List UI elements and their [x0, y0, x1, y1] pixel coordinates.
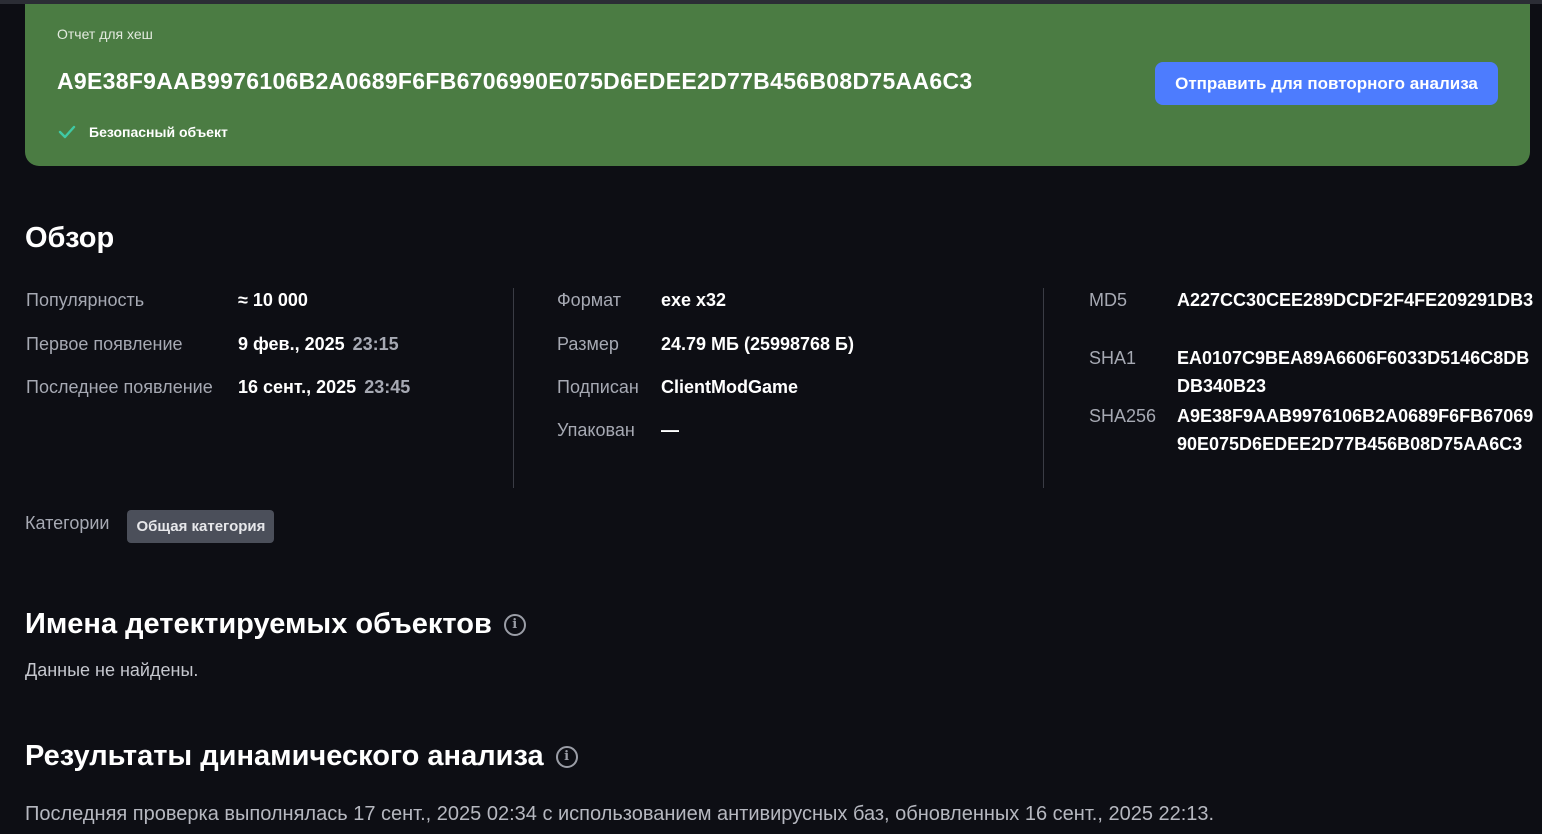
first-seen-time: 23:15	[352, 334, 399, 354]
banner-label: Отчет для хеш	[57, 26, 153, 42]
sha1-label: SHA1	[1089, 348, 1137, 368]
format-label: Формат	[557, 290, 621, 310]
safe-object-status: Безопасный объект	[57, 122, 228, 142]
size-label: Размер	[557, 334, 619, 354]
sha1-value[interactable]: EA0107C9BEA89A6606F6033D5146C8DBDB340B23	[1177, 344, 1537, 400]
detections-empty-text: Данные не найдены.	[25, 660, 199, 680]
category-badge[interactable]: Общая категория	[127, 510, 275, 543]
signed-label: Подписан	[557, 377, 639, 397]
reanalyze-button[interactable]: Отправить для повторного анализа	[1155, 62, 1498, 105]
dynamic-title: Результаты динамического анализа	[25, 740, 544, 772]
overview-column-file: Формат exe x32 Размер 24.79 МБ (25998768…	[513, 288, 1043, 488]
status-text: Безопасный объект	[89, 124, 228, 140]
popularity-label: Популярность	[26, 290, 145, 310]
categories-label: Категории	[25, 513, 110, 533]
info-icon[interactable]: i	[555, 745, 578, 768]
last-seen-time: 23:45	[364, 377, 411, 397]
first-seen-date: 9 фев., 2025	[238, 334, 345, 354]
overview-column-activity: Популярность ≈ 10 000 Первое появление 9…	[25, 288, 513, 488]
overview-section-title: Обзор	[25, 222, 114, 255]
info-icon[interactable]: i	[503, 613, 526, 636]
last-check-text: Последняя проверка выполнялась 17 сент.,…	[25, 803, 1215, 825]
format-value: exe x32	[661, 290, 727, 310]
hash-report-banner: Отчет для хеш A9E38F9AAB9976106B2A0689F6…	[25, 4, 1530, 166]
md5-label: MD5	[1089, 290, 1128, 310]
overview-title: Обзор	[25, 222, 115, 254]
first-seen-value: 9 фев., 2025 23:15	[238, 334, 399, 355]
last-seen-value: 16 сент., 2025 23:45	[238, 377, 410, 398]
categories-row: Категории Общая категория	[25, 510, 275, 543]
check-icon	[57, 122, 77, 142]
banner-hash: A9E38F9AAB9976106B2A0689F6FB6706990E075D…	[57, 68, 973, 94]
popularity-value: ≈ 10 000	[238, 290, 308, 310]
sha256-value[interactable]: A9E38F9AAB9976106B2A0689F6FB6706990E075D…	[1177, 402, 1537, 458]
detections-title: Имена детектируемых объектов	[25, 608, 492, 640]
last-seen-label: Последнее появление	[26, 377, 213, 397]
first-seen-label: Первое появление	[26, 334, 183, 354]
dynamic-section-title: Результаты динамического анализа i	[25, 740, 578, 773]
packed-label: Упакован	[557, 420, 635, 440]
sha256-label: SHA256	[1089, 406, 1157, 426]
signed-value: ClientModGame	[661, 377, 799, 397]
overview-panel: Популярность ≈ 10 000 Первое появление 9…	[25, 288, 1533, 488]
packed-value: —	[661, 420, 679, 440]
detections-section-title: Имена детектируемых объектов i	[25, 608, 526, 641]
size-value: 24.79 МБ (25998768 Б)	[661, 334, 854, 354]
overview-column-hashes: MD5 A227CC30CEE289DCDF2F4FE209291DB3 SHA…	[1043, 288, 1533, 488]
md5-value[interactable]: A227CC30CEE289DCDF2F4FE209291DB3	[1177, 286, 1537, 314]
last-seen-date: 16 сент., 2025	[238, 377, 357, 397]
